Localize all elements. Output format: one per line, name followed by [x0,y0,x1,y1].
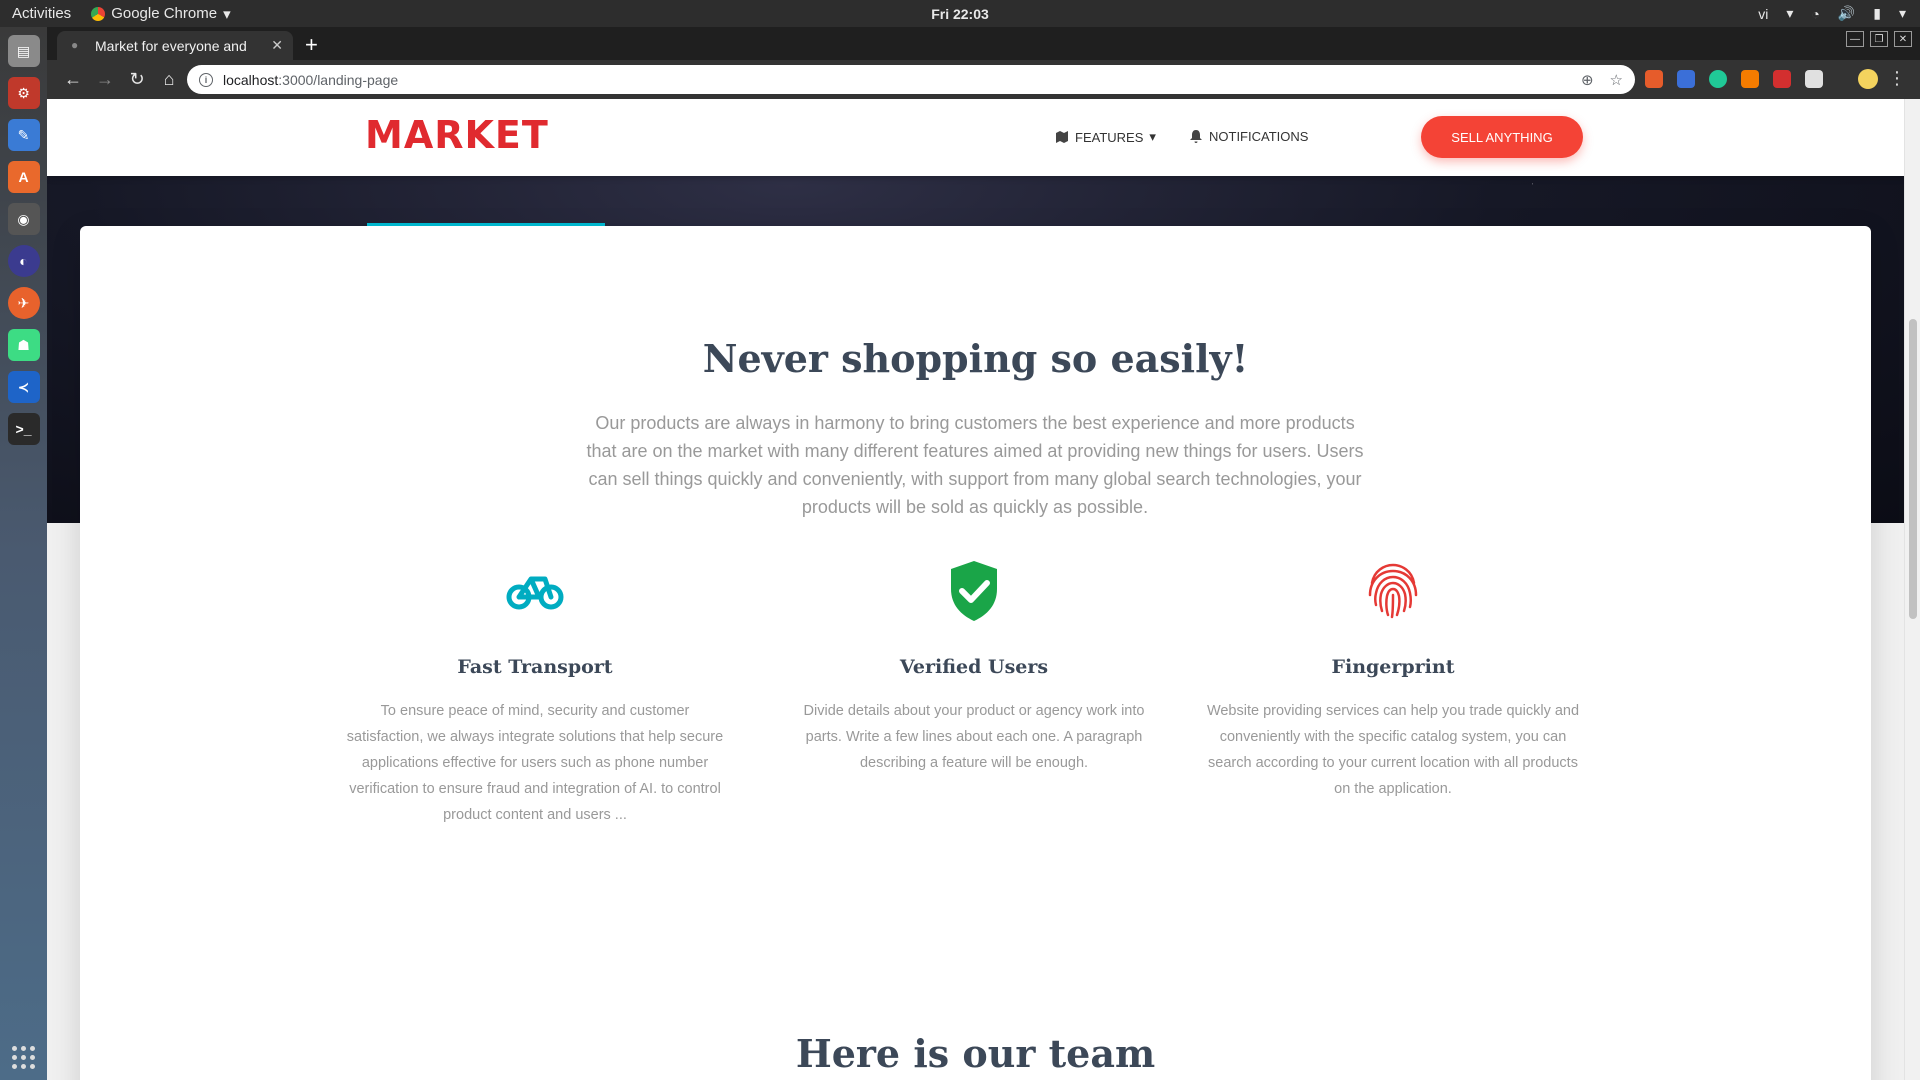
sell-anything-button[interactable]: SELL ANYTHING [1421,116,1583,158]
feature-text: To ensure peace of mind, security and cu… [346,703,724,823]
profile-avatar[interactable] [1858,69,1878,89]
feature-title: Fingerprint [1331,656,1455,678]
nav-notifications-label: NOTIFICATIONS [1209,129,1309,144]
tab-active[interactable]: ● Market for everyone and ✕ [57,31,293,60]
browser-toolbar: ← → ↻ ⌂ i localhost:3000/landing-page ⊕ … [47,60,1920,99]
android-studio-icon[interactable]: ☗ [7,329,40,361]
feature-text: Website providing services can help you … [1206,703,1580,797]
caret-down-icon: ▾ [1149,129,1156,144]
address-bar[interactable]: i localhost:3000/landing-page ⊕ ☆ [187,65,1635,94]
extension-icon[interactable] [1773,70,1791,88]
restore-icon[interactable]: ❐ [1870,31,1888,47]
postman-icon[interactable]: ✈ [7,287,40,319]
feature-text: Divide details about your product or age… [803,703,1145,771]
extension-icon[interactable] [1709,70,1727,88]
nav-features-label: FEATURES [1075,129,1144,145]
app-menu[interactable]: Google Chrome ▾ [91,5,231,23]
chevron-down-icon: ▾ [223,5,231,23]
system-top-bar: Activities Google Chrome ▾ Fri 22:03 vi … [0,0,1920,27]
chrome-icon [91,6,106,21]
page-viewport: MARKET FEATURES ▾ NOTIFICATIONS SELL ANY… [47,99,1904,1080]
reload-icon[interactable]: ↻ [121,69,153,90]
app-name: Google Chrome [111,5,218,22]
bell-icon [1190,130,1202,143]
software-center-icon[interactable]: A [7,161,40,193]
feature-fingerprint: Fingerprint Website providing services c… [1203,556,1583,802]
eclipse-icon[interactable]: ◐ [7,245,40,277]
verified-shield-icon [951,561,997,621]
page-scrollbar[interactable] [1904,99,1920,1080]
nav-notifications[interactable]: NOTIFICATIONS [1189,129,1308,144]
home-icon[interactable]: ⌂ [153,69,185,90]
settings-icon[interactable]: ⚙ [7,77,40,109]
team-section-title: Here is our team [795,1031,1156,1076]
extension-icon[interactable] [1805,70,1823,88]
favicon-icon: ● [71,37,79,52]
wifi-icon: ◔ [1811,5,1820,22]
feature-title: Verified Users [899,656,1049,678]
bike-icon [506,576,564,610]
minimize-icon[interactable]: — [1846,31,1864,47]
volume-icon: 🔊 [1837,5,1856,21]
chevron-down-icon: ▾ [1898,5,1906,21]
new-tab-button[interactable]: + [305,32,318,58]
feature-title: Fast Transport [457,656,613,678]
url-host: localhost [223,71,279,88]
back-icon[interactable]: ← [57,69,89,90]
section-title: Never shopping so easily! [702,336,1249,381]
map-icon [1056,131,1068,143]
chevron-down-icon: ▾ [1786,5,1794,21]
vscode-icon[interactable]: ≺ [7,371,40,403]
zoom-icon[interactable]: ⊕ [1581,71,1594,89]
extensions [1645,70,1823,88]
chrome-icon[interactable]: ◉ [7,203,40,235]
extension-icon[interactable] [1741,70,1759,88]
dock: ▤ ⚙ ✎ A ◉ ◐ ✈ ☗ ≺ >_ [0,27,47,1080]
feature-verified-users: Verified Users Divide details about your… [784,556,1164,776]
close-tab-icon[interactable]: ✕ [271,37,283,54]
input-language[interactable]: vi [1758,6,1768,22]
writer-icon[interactable]: ✎ [7,119,40,151]
tab-strip: ● Market for everyone and ✕ + — ❐ ✕ [47,27,1920,60]
files-icon[interactable]: ▤ [7,35,40,67]
terminal-icon[interactable]: >_ [7,413,40,445]
features-card: Never shopping so easily! Our products a… [80,226,1871,1080]
close-icon[interactable]: ✕ [1894,31,1912,47]
feature-fast-transport: Fast Transport To ensure peace of mind, … [345,556,725,828]
brand-logo[interactable]: MARKET [365,113,549,157]
forward-icon[interactable]: → [89,69,121,90]
show-apps-icon[interactable] [11,1046,36,1070]
tab-title: Market for everyone and [95,37,247,54]
menu-icon[interactable]: ⋮ [1888,68,1906,89]
bookmark-star-icon[interactable]: ☆ [1610,71,1623,89]
site-navbar: MARKET FEATURES ▾ NOTIFICATIONS SELL ANY… [47,99,1904,176]
translate-icon[interactable] [1677,70,1695,88]
battery-icon: ▮ [1873,5,1881,21]
clock[interactable]: Fri 22:03 [931,6,989,22]
extension-icon[interactable] [1645,70,1663,88]
system-tray[interactable]: vi ▾ ◔ 🔊 ▮ ▾ [1758,5,1906,22]
window-controls: — ❐ ✕ [1846,31,1912,47]
fingerprint-icon [1368,563,1418,619]
site-info-icon[interactable]: i [199,72,213,87]
section-description: Our products are always in harmony to br… [586,413,1364,517]
nav-features-dropdown[interactable]: FEATURES ▾ [1055,129,1156,145]
scrollbar-thumb[interactable] [1909,319,1917,619]
activities-button[interactable]: Activities [12,5,71,22]
url-path: :3000/landing-page [278,71,399,88]
